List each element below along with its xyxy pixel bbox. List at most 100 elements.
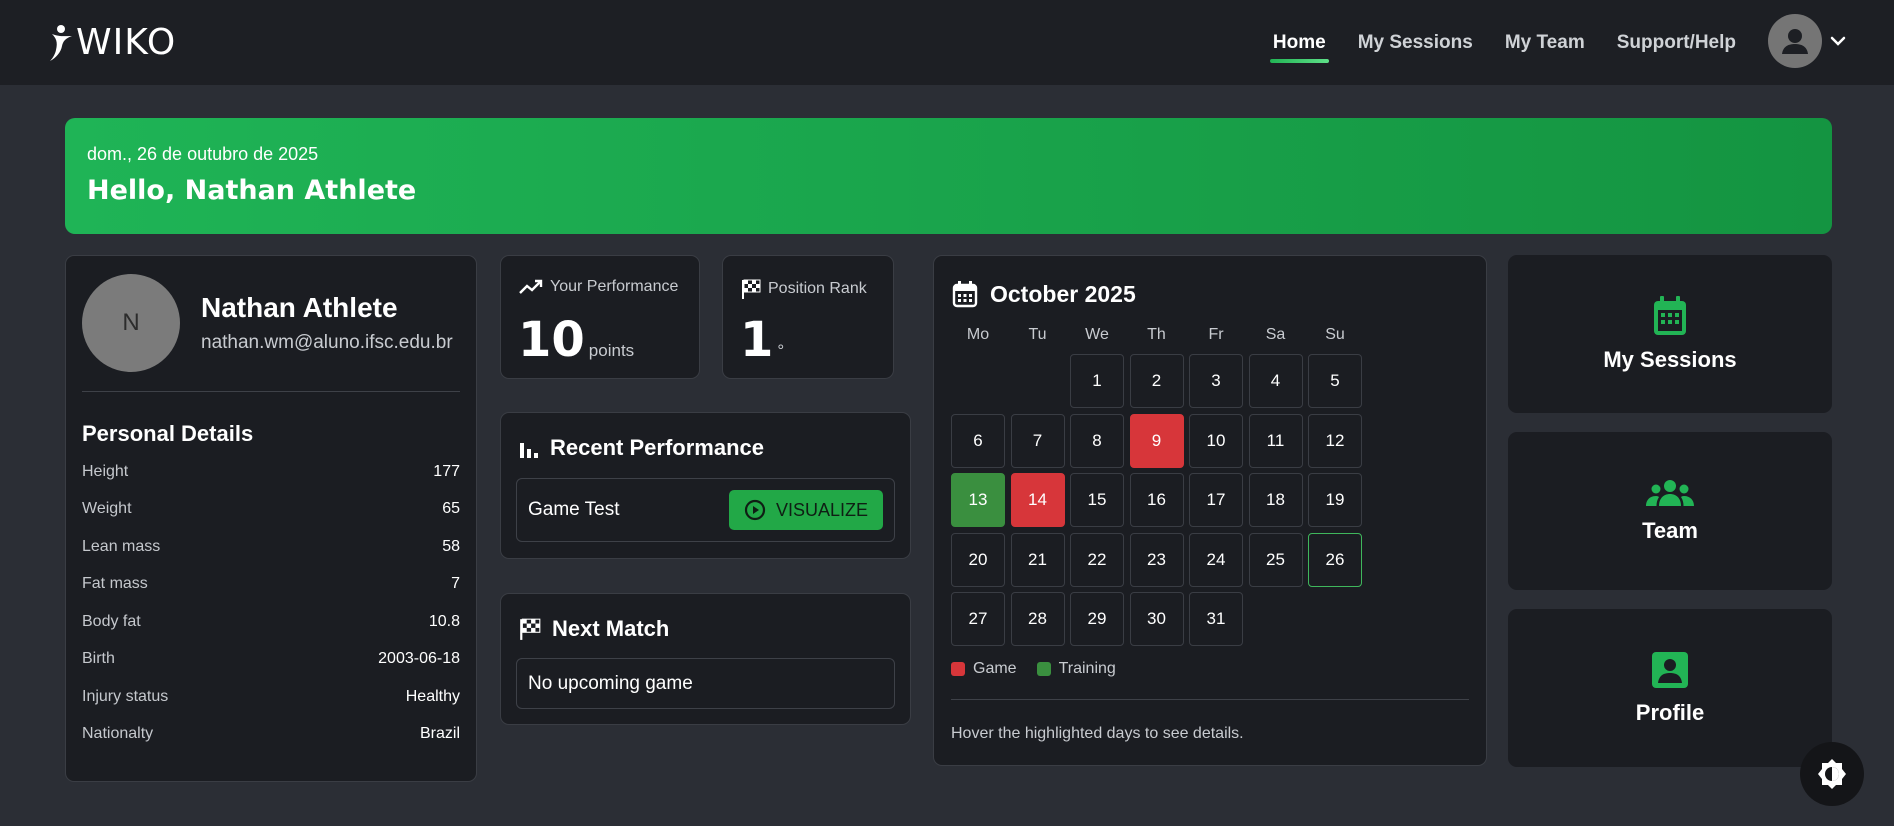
calendar-day[interactable]: 31 [1189,592,1243,646]
quick-link-team[interactable]: Team [1508,432,1832,590]
quick-link-label: My Sessions [1603,347,1737,372]
nav-support-help[interactable]: Support/Help [1617,32,1736,54]
profile-avatar: N [82,274,180,372]
detail-value: 7 [451,575,460,592]
legend-swatch-game [951,662,965,676]
detail-label: Lean mass [82,537,161,555]
calendar-day[interactable]: 2 [1129,354,1184,408]
calendar-day-game[interactable]: 14 [1010,473,1065,527]
performance-header: Your Performance [518,278,678,296]
calendar-day[interactable]: 3 [1189,354,1243,408]
performance-label: Your Performance [550,278,679,295]
brightness-icon [1818,759,1846,789]
detail-value: Brazil [419,725,460,742]
wiko-logo[interactable]: WIKO [48,22,176,63]
calendar-day[interactable]: 21 [1010,532,1065,587]
nav-links: Home My Sessions My Team Support/Help [1241,0,1736,85]
performance-value-wrap: 10 points [518,312,634,368]
rank-card: Position Rank 1 ° [722,255,894,379]
legend-training: Training [1036,660,1116,678]
calendar-day[interactable]: 17 [1189,473,1243,527]
user-menu[interactable] [1768,14,1846,68]
calendar-day[interactable]: 11 [1248,413,1303,468]
detail-value: Healthy [405,687,460,705]
detail-label: Injury status [82,687,169,705]
calendar-hint: Hover the highlighted days to see detail… [951,725,1244,742]
bar-chart-icon [520,443,538,458]
theme-toggle-button[interactable] [1800,742,1864,806]
recent-performance-title: Recent Performance [550,435,764,460]
calendar-day[interactable]: 20 [951,532,1005,587]
nav-home[interactable]: Home [1269,32,1329,63]
performance-unit: points [588,341,635,360]
calendar-day[interactable]: 24 [1189,532,1243,587]
recent-performance-header: Recent Performance [518,435,764,461]
detail-row: Fat mass 7 [82,575,460,593]
calendar-day[interactable]: 25 [1248,532,1303,587]
calendar-day[interactable]: 15 [1070,473,1124,527]
calendar-day[interactable]: 4 [1248,354,1303,408]
calendar-day[interactable]: 19 [1308,473,1362,527]
user-avatar[interactable] [1768,14,1822,68]
logo-text: WIKO [76,22,177,63]
weekday-label: We [1085,326,1109,343]
calendar-day[interactable]: 10 [1189,413,1243,468]
detail-label: Weight [82,500,132,517]
group-icon [1646,480,1694,506]
calendar-day[interactable]: 23 [1129,532,1184,587]
play-circle-icon [744,499,766,521]
legend-game: Game [951,660,1017,678]
weekday-label: Mo [966,326,990,343]
calendar-day[interactable]: 22 [1070,532,1124,587]
detail-label: Birth [82,650,115,667]
next-match-title: Next Match [552,616,670,641]
calendar-day[interactable]: 30 [1129,592,1184,646]
detail-row: Body fat 10.8 [82,613,460,631]
quick-link-profile[interactable]: Profile [1508,609,1832,767]
chevron-down-icon[interactable] [1830,36,1846,46]
nav-my-team[interactable]: My Team [1505,32,1585,54]
detail-row: Weight 65 [82,500,460,518]
weekday-label: Sa [1265,326,1286,343]
calendar-day-today[interactable]: 26 [1308,532,1362,587]
calendar-day[interactable]: 6 [951,413,1005,468]
quick-link-my-sessions[interactable]: My Sessions [1508,255,1832,413]
rank-value: 1 [740,312,774,368]
user-icon [1782,29,1808,54]
visualize-button[interactable]: VISUALIZE [729,490,883,530]
athlete-logo-icon [50,24,72,61]
calendar-day[interactable]: 28 [1010,592,1065,646]
calendar-day[interactable]: 16 [1129,473,1184,527]
recent-item: Game Test VISUALIZE [516,478,895,542]
nav-my-sessions[interactable]: My Sessions [1358,32,1473,54]
detail-row: Height 177 [82,463,460,481]
detail-value: 10.8 [428,612,460,630]
banner-greeting: Hello, Nathan Athlete [87,175,417,206]
calendar-day-game[interactable]: 9 [1129,413,1184,468]
detail-label: Fat mass [82,575,148,592]
calendar-legend: Game Training [951,660,1136,678]
next-match-item: No upcoming game [516,658,895,709]
recent-performance-card: Recent Performance Game Test VISUALIZE [500,412,911,559]
weekday-label: Su [1325,326,1345,343]
divider [82,391,460,392]
next-match-text: No upcoming game [528,672,693,694]
profile-email: nathan.wm@aluno.ifsc.edu.br [201,332,453,353]
calendar-day[interactable]: 18 [1248,473,1303,527]
calendar-day[interactable]: 5 [1308,354,1362,408]
calendar-day[interactable]: 12 [1308,413,1362,468]
calendar-day[interactable]: 8 [1070,413,1124,468]
rank-label: Position Rank [768,280,867,297]
legend-game-label: Game [973,660,1017,677]
calendar-day[interactable]: 1 [1070,354,1124,408]
quick-link-label: Team [1642,518,1698,543]
calendar-day-training[interactable]: 13 [951,473,1005,527]
calendar-day[interactable]: 7 [1010,413,1065,468]
detail-row: Injury status Healthy [82,688,460,706]
calendar-day[interactable]: 29 [1070,592,1124,646]
recent-item-label: Game Test [528,499,620,520]
calendar-day[interactable]: 27 [951,592,1005,646]
legend-training-label: Training [1058,660,1116,677]
banner-date: dom., 26 de outubro de 2025 [87,144,319,164]
weekday-label: Th [1147,326,1166,343]
